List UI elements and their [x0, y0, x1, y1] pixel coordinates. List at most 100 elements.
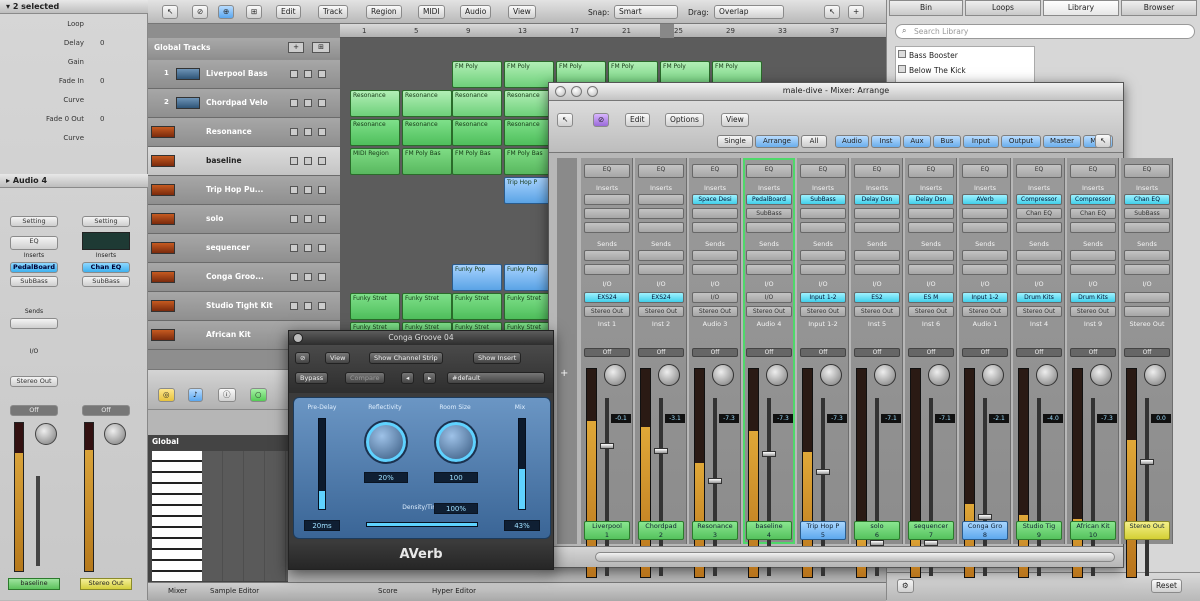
- region[interactable]: Resonance: [350, 119, 400, 146]
- bypass-button[interactable]: Bypass: [295, 372, 329, 384]
- insert-slot-2[interactable]: SubBass: [1124, 208, 1170, 219]
- automation-off-button[interactable]: Off: [692, 348, 738, 357]
- insert-slot[interactable]: Chan EQ: [1124, 194, 1170, 205]
- audio-section-header[interactable]: ▸ Audio 4: [0, 174, 148, 188]
- fader-value[interactable]: -0.1: [611, 414, 631, 423]
- inspector-row[interactable]: Loop: [4, 20, 144, 32]
- track-name[interactable]: Resonance: [206, 127, 252, 136]
- pointer-tool-icon[interactable]: ↖: [824, 5, 841, 19]
- insert-slot-2[interactable]: [692, 208, 738, 219]
- region[interactable]: Funky Stret: [402, 293, 452, 320]
- output-slot[interactable]: Stereo Out: [638, 306, 684, 317]
- insert-slot[interactable]: Delay Dsn: [854, 194, 900, 205]
- track-row[interactable]: 2 Chordpad Velo: [148, 89, 340, 118]
- channel-name-box[interactable]: solo 6: [854, 521, 900, 540]
- output-slot[interactable]: Stereo Out: [800, 306, 846, 317]
- send-slot-2[interactable]: [1124, 264, 1170, 275]
- insert-slot-2[interactable]: [908, 208, 954, 219]
- eq-button[interactable]: EQ: [1070, 164, 1116, 178]
- filter-bus[interactable]: Bus: [933, 135, 961, 148]
- insert-slot[interactable]: Delay Dsn: [908, 194, 954, 205]
- insert-slot-subbass[interactable]: SubBass: [82, 276, 130, 287]
- automation-off-button[interactable]: Off: [800, 348, 846, 357]
- mute-icon[interactable]: [290, 99, 298, 107]
- record-arm-icon[interactable]: [318, 70, 326, 78]
- eq-button[interactable]: EQ: [962, 164, 1008, 178]
- region[interactable]: FM Poly Bas: [402, 148, 452, 175]
- inspector-row-value[interactable]: 0: [100, 115, 104, 123]
- piano-grid[interactable]: [202, 451, 288, 581]
- insert-slot-2[interactable]: Chan EQ: [1016, 208, 1062, 219]
- insert-slot[interactable]: [584, 194, 630, 205]
- track-name[interactable]: Studio Tight Kit: [206, 301, 273, 310]
- send-slot[interactable]: [692, 250, 738, 261]
- record-arm-icon[interactable]: [318, 128, 326, 136]
- insert-slot[interactable]: Compressor: [1070, 194, 1116, 205]
- solo-icon[interactable]: [304, 302, 312, 310]
- region[interactable]: Funky Stret: [452, 293, 502, 320]
- view-arrange[interactable]: Arrange: [755, 135, 799, 148]
- automation-off-button[interactable]: Off: [746, 348, 792, 357]
- inspector-row[interactable]: Fade 0 Out 0: [4, 115, 144, 127]
- channel-name-box[interactable]: sequencer 7: [908, 521, 954, 540]
- fader-cap[interactable]: [600, 442, 614, 449]
- output-slot[interactable]: Stereo Out: [908, 306, 954, 317]
- predelay-value[interactable]: 20ms: [304, 520, 340, 531]
- output-slot[interactable]: Stereo Out: [1070, 306, 1116, 317]
- insert-slot[interactable]: [638, 194, 684, 205]
- automation-off-button[interactable]: Off: [1016, 348, 1062, 357]
- compare-button[interactable]: Compare: [345, 372, 385, 384]
- list-item[interactable]: Below The Kick: [898, 65, 966, 75]
- insert-slot-2[interactable]: SubBass: [746, 208, 792, 219]
- eq-button[interactable]: EQ: [1124, 164, 1170, 178]
- setting-button[interactable]: Setting: [82, 216, 130, 227]
- disclosure-triangle-icon[interactable]: ▾: [6, 2, 13, 11]
- show-channel-strip-button[interactable]: Show Channel Strip: [369, 352, 443, 364]
- link-icon[interactable]: ⊘: [192, 5, 209, 19]
- pan-knob[interactable]: [35, 423, 57, 445]
- mute-icon[interactable]: [290, 157, 298, 165]
- send-slot[interactable]: [908, 250, 954, 261]
- pan-knob[interactable]: [658, 364, 680, 386]
- inspector-row[interactable]: Gain: [4, 58, 144, 70]
- link-icon[interactable]: ⊘: [593, 113, 610, 127]
- search-input[interactable]: Search Library: [914, 27, 968, 36]
- midi-in-icon[interactable]: ♪: [188, 388, 203, 402]
- region[interactable]: FM Poly Bas: [452, 148, 502, 175]
- track-row[interactable]: Conga Groo...: [148, 263, 340, 292]
- inspector-row[interactable]: Delay 0: [4, 39, 144, 51]
- region[interactable]: Resonance: [350, 90, 400, 117]
- insert-slot-3[interactable]: [692, 222, 738, 233]
- channel-name-box[interactable]: Conga Gro 8: [962, 521, 1008, 540]
- plugin-view-button[interactable]: View: [325, 352, 351, 364]
- output-slot[interactable]: Stereo Out: [746, 306, 792, 317]
- pencil-tool-icon[interactable]: +: [848, 5, 865, 19]
- pan-knob[interactable]: [712, 364, 734, 386]
- send-slot[interactable]: [584, 250, 630, 261]
- eq-button[interactable]: EQ: [854, 164, 900, 178]
- menu-edit[interactable]: Edit: [276, 5, 301, 19]
- record-arm-icon[interactable]: [318, 302, 326, 310]
- reflectivity-knob[interactable]: [364, 420, 408, 464]
- filter-inst[interactable]: Inst: [871, 135, 901, 148]
- region[interactable]: Resonance: [504, 90, 550, 117]
- track-row[interactable]: sequencer: [148, 234, 340, 263]
- channel-name-box[interactable]: baseline 4: [746, 521, 792, 540]
- send-slot-2[interactable]: [908, 264, 954, 275]
- channel-name-box[interactable]: Liverpool 1: [584, 521, 630, 540]
- track-name[interactable]: sequencer: [206, 243, 250, 252]
- send-slot[interactable]: [1070, 250, 1116, 261]
- filter-output[interactable]: Output: [1001, 135, 1041, 148]
- track-row[interactable]: solo: [148, 205, 340, 234]
- reflectivity-value[interactable]: 20%: [364, 472, 408, 483]
- input-slot[interactable]: Drum Kits: [1070, 292, 1116, 303]
- automation-off-button[interactable]: Off: [1070, 348, 1116, 357]
- mute-icon[interactable]: [290, 128, 298, 136]
- record-icon[interactable]: ○: [250, 388, 267, 402]
- global-tracks-header[interactable]: Global Tracks + ⊞: [148, 38, 340, 58]
- filter-aux[interactable]: Aux: [903, 135, 931, 148]
- send-slot-2[interactable]: [692, 264, 738, 275]
- region[interactable]: MIDI Region: [350, 148, 400, 175]
- send-slot[interactable]: [10, 318, 58, 329]
- track-row[interactable]: 1 Liverpool Bass: [148, 60, 340, 89]
